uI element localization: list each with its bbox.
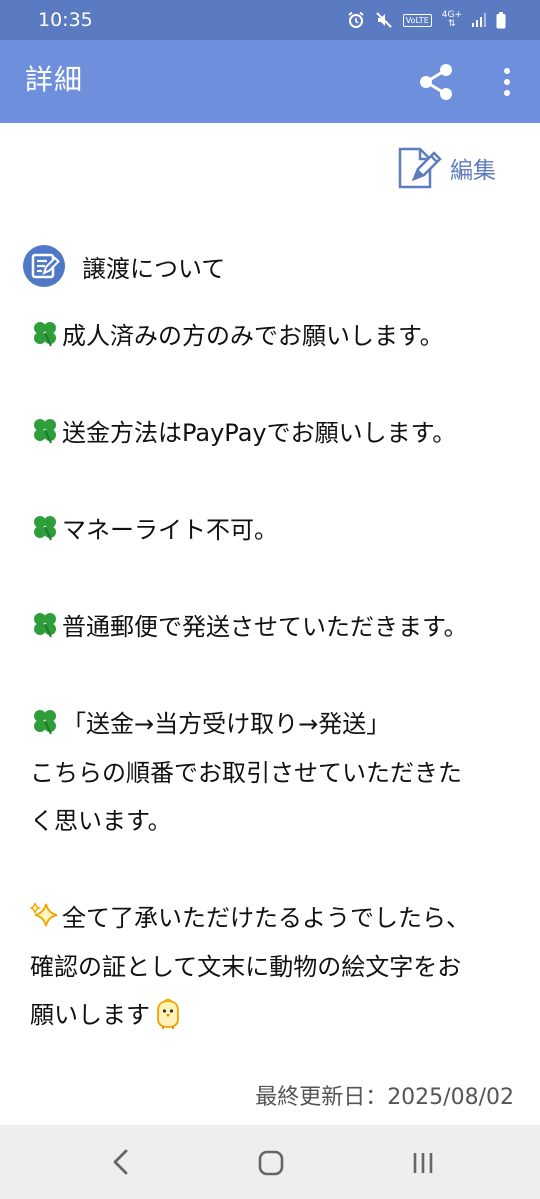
note-text: 成人済みの方のみでお願いします。 (62, 322, 444, 350)
note-line: 送金方法はPayPayでお願いします。 (30, 409, 515, 458)
navigation-bar (0, 1125, 540, 1199)
clover-icon (34, 613, 56, 638)
note-text: こちらの順番でお取引させていただきた (30, 758, 462, 787)
status-icons: VoLTE 4G+ ⇅ (347, 11, 506, 29)
transfer-notes: 成人済みの方のみでお願いします。 送金方法はPayPayでお願いします。 マネー… (30, 312, 515, 1040)
clover-icon (34, 419, 56, 444)
note-line: マネーライト不可。 (30, 506, 515, 555)
sparkles-icon (30, 902, 58, 927)
signal-icon (472, 13, 486, 27)
note-text: 普通郵便で発送させていただきます。 (62, 613, 468, 641)
section-header: 譲渡について (22, 244, 225, 288)
clover-icon (34, 516, 56, 541)
note-line: 普通郵便で発送させていただきます。 (30, 603, 515, 652)
note-text: 送金方法はPayPayでお願いします。 (62, 419, 457, 447)
note-text: 願いします (30, 1001, 150, 1029)
share-icon[interactable] (414, 60, 458, 104)
home-icon[interactable] (257, 1149, 285, 1177)
battery-icon (496, 11, 506, 28)
note-line: 願いします (30, 991, 515, 1040)
note-line: く思います。 (30, 797, 515, 846)
clover-icon (34, 322, 56, 347)
note-line: 全て了承いただけたるようでしたら、 (30, 894, 515, 943)
edit-button[interactable]: 編集 (396, 143, 496, 193)
recent-apps-icon[interactable] (410, 1150, 436, 1176)
chick-icon (157, 998, 179, 1029)
edit-label: 編集 (450, 158, 496, 184)
network-type: 4G+ (441, 10, 462, 20)
last-updated: 最終更新日：2025/08/02 (255, 1085, 514, 1110)
4g-icon: 4G+ ⇅ (441, 10, 462, 29)
edit-document-icon (398, 147, 442, 189)
page-title: 詳細 (25, 63, 84, 96)
volte-icon: VoLTE (402, 13, 432, 27)
clover-icon (34, 710, 56, 735)
note-line: こちらの順番でお取引させていただきた (30, 749, 515, 798)
more-options-icon[interactable] (494, 62, 520, 102)
mute-icon (375, 12, 392, 28)
status-bar: 10:35 VoLTE 4G+ ⇅ (0, 0, 540, 40)
section-title: 譲渡について (82, 254, 226, 283)
note-line: 成人済みの方のみでお願いします。 (30, 312, 515, 361)
note-line: 「送金→当方受け取り→発送」 (30, 700, 515, 749)
note-text: 確認の証として文末に動物の絵文字をお (30, 952, 462, 981)
note-text: く思います。 (30, 807, 172, 835)
memo-icon (23, 245, 65, 287)
status-time: 10:35 (38, 9, 93, 31)
note-line: 確認の証として文末に動物の絵文字をお (30, 943, 515, 992)
back-icon[interactable] (108, 1148, 134, 1176)
app-bar: 詳細 (0, 40, 540, 123)
note-text: 「送金→当方受け取り→発送」 (62, 710, 391, 738)
note-text: 全て了承いただけたるようでしたら、 (62, 904, 470, 932)
alarm-icon (348, 11, 364, 28)
note-text: マネーライト不可。 (62, 516, 278, 544)
